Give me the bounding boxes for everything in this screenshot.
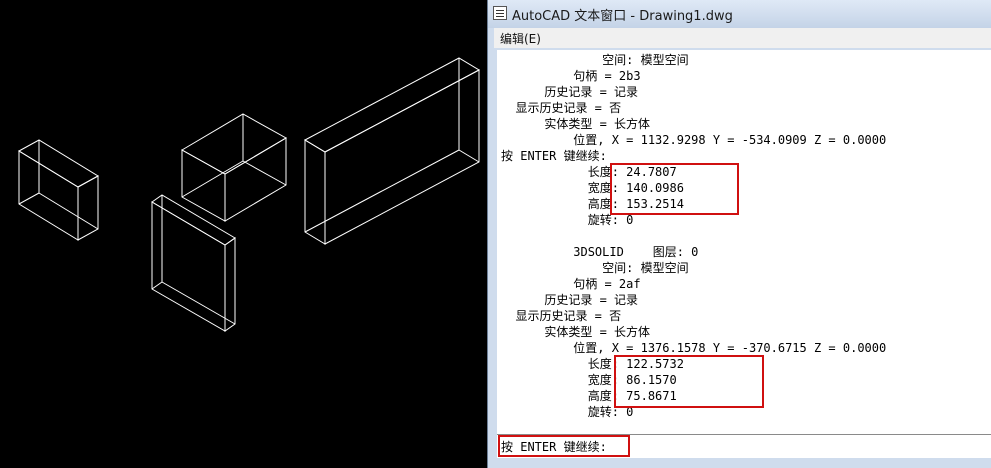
history-line: 句柄 = 2b3 — [501, 69, 641, 83]
window-bottom-border — [488, 458, 991, 468]
command-history[interactable]: 空间: 模型空间 句柄 = 2b3 历史记录 = 记录 显示历史记录 = 否 实… — [497, 50, 991, 434]
history-line: 实体类型 = 长方体 — [501, 325, 651, 339]
history-line: 显示历史记录 = 否 — [501, 101, 622, 115]
menu-bar: 编辑(E) — [494, 28, 991, 48]
drawing-viewport[interactable] — [0, 0, 487, 468]
history-line: 空间: 模型空间 — [501, 53, 689, 67]
solid-box-2 — [180, 113, 288, 222]
highlight-box-1 — [610, 163, 739, 215]
history-line: 3DSOLID 图层: 0 — [501, 245, 699, 259]
menu-edit[interactable]: 编辑(E) — [500, 30, 541, 47]
command-line[interactable]: 按 ENTER 键继续: — [497, 434, 991, 458]
history-line: 实体类型 = 长方体 — [501, 117, 651, 131]
text-window[interactable]: AutoCAD 文本窗口 - Drawing1.dwg 编辑(E) 空间: 模型… — [487, 0, 991, 468]
highlight-box-2 — [614, 355, 764, 408]
history-line: 显示历史记录 = 否 — [501, 309, 622, 323]
wireframe-drawing — [18, 57, 481, 332]
history-line: 位置, X = 1376.1578 Y = -370.6715 Z = 0.00… — [501, 341, 887, 355]
title-bar[interactable]: AutoCAD 文本窗口 - Drawing1.dwg — [488, 0, 991, 28]
history-line: 按 ENTER 键继续: — [501, 149, 607, 163]
history-line: 历史记录 = 记录 — [501, 85, 639, 99]
window-title: AutoCAD 文本窗口 - Drawing1.dwg — [512, 9, 733, 24]
history-line: 空间: 模型空间 — [501, 261, 689, 275]
highlight-box-3 — [498, 435, 630, 457]
history-line: 句柄 = 2af — [501, 277, 641, 291]
text-window-icon — [493, 6, 507, 20]
history-line: 历史记录 = 记录 — [501, 293, 639, 307]
solid-box-3 — [151, 194, 236, 332]
solid-box-1 — [18, 139, 99, 241]
solid-box-4 — [303, 57, 481, 245]
history-line: 位置, X = 1132.9298 Y = -534.0909 Z = 0.00… — [501, 133, 887, 147]
